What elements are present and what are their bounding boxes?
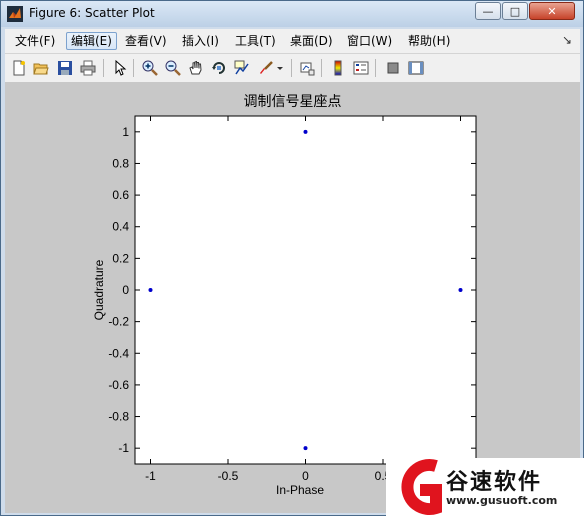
watermark-brand: 谷速软件 — [446, 470, 543, 495]
figure-toolbar — [5, 54, 580, 83]
toolbar-separator — [375, 59, 376, 77]
figure-window: Figure 6: Scatter Plot — □ ✕ 文件(F) 编辑(E)… — [0, 0, 584, 516]
data-point — [303, 129, 308, 134]
watermark-url: www.gusuoft.com — [446, 494, 558, 507]
y-tick-label: 0 — [122, 283, 129, 297]
menu-desktop[interactable]: 桌面(D) — [286, 32, 337, 50]
pointer-icon[interactable] — [110, 58, 130, 78]
menu-bar: 文件(F) 编辑(E) 查看(V) 插入(I) 工具(T) 桌面(D) 窗口(W… — [5, 29, 580, 54]
y-tick-label: -0.4 — [108, 346, 129, 360]
link-plot-icon[interactable] — [297, 58, 317, 78]
legend-icon[interactable] — [351, 58, 371, 78]
y-tick-label: -1 — [118, 441, 129, 455]
toolbar-separator — [133, 59, 134, 77]
y-tick-label: -0.2 — [108, 315, 129, 329]
menu-tools[interactable]: 工具(T) — [231, 32, 280, 50]
y-tick-label: 0.2 — [112, 251, 129, 265]
y-tick-label: 0.4 — [112, 220, 129, 234]
minimize-icon: — — [482, 4, 494, 18]
pan-hand-icon[interactable] — [186, 58, 206, 78]
y-tick-label: 0.6 — [112, 188, 129, 202]
brush-dropdown-icon[interactable] — [275, 58, 285, 78]
toolbar-separator — [321, 59, 322, 77]
zoom-out-icon[interactable] — [163, 58, 183, 78]
data-cursor-icon[interactable] — [232, 58, 252, 78]
x-tick-label: -1 — [145, 469, 156, 483]
menu-help[interactable]: 帮助(H) — [404, 32, 454, 50]
toolbar-separator — [291, 59, 292, 77]
menu-file[interactable]: 文件(F) — [11, 32, 59, 50]
data-point — [148, 288, 153, 292]
data-point — [458, 288, 463, 292]
zoom-in-icon[interactable] — [140, 58, 160, 78]
x-tick-label: -0.5 — [218, 469, 239, 483]
show-plot-tools-icon[interactable] — [406, 58, 426, 78]
matlab-icon — [7, 6, 23, 22]
rotate-3d-icon[interactable] — [209, 58, 229, 78]
menu-window[interactable]: 窗口(W) — [343, 32, 396, 50]
y-axis-label: Quadrature — [92, 259, 106, 321]
close-button[interactable]: ✕ — [529, 2, 575, 20]
plot-area — [134, 115, 477, 465]
y-tick-label: 1 — [122, 125, 129, 139]
y-tick-label: -0.8 — [108, 410, 129, 424]
x-tick-label: 0 — [302, 469, 309, 483]
print-icon[interactable] — [78, 58, 98, 78]
data-point — [303, 446, 308, 451]
open-file-icon[interactable] — [31, 58, 51, 78]
new-figure-icon[interactable] — [9, 58, 29, 78]
hide-plot-tools-icon[interactable] — [383, 58, 403, 78]
y-tick-label: -0.6 — [108, 378, 129, 392]
y-tick-label: 0.8 — [112, 156, 129, 170]
menu-edit[interactable]: 编辑(E) — [66, 32, 117, 50]
brush-icon[interactable] — [256, 58, 276, 78]
menu-dock-arrow-icon[interactable]: ↘ — [562, 33, 572, 47]
toolbar-separator — [103, 59, 104, 77]
close-icon: ✕ — [547, 4, 557, 18]
title-bar[interactable]: Figure 6: Scatter Plot — □ ✕ — [1, 1, 583, 27]
maximize-button[interactable]: □ — [502, 2, 528, 20]
maximize-icon: □ — [509, 4, 521, 18]
menu-view[interactable]: 查看(V) — [121, 32, 171, 50]
save-icon[interactable] — [55, 58, 75, 78]
figure-canvas: 调制信号星座点 -1 -0.5 0 0.5 1 0.8 0.6 0.4 0.2 0 -0.2 -0.4… — [5, 83, 580, 513]
window-title: Figure 6: Scatter Plot — [29, 6, 155, 20]
x-axis-label: In-Phase — [275, 483, 325, 497]
menu-insert[interactable]: 插入(I) — [178, 32, 223, 50]
colorbar-icon[interactable] — [328, 58, 348, 78]
minimize-button[interactable]: — — [475, 2, 501, 20]
